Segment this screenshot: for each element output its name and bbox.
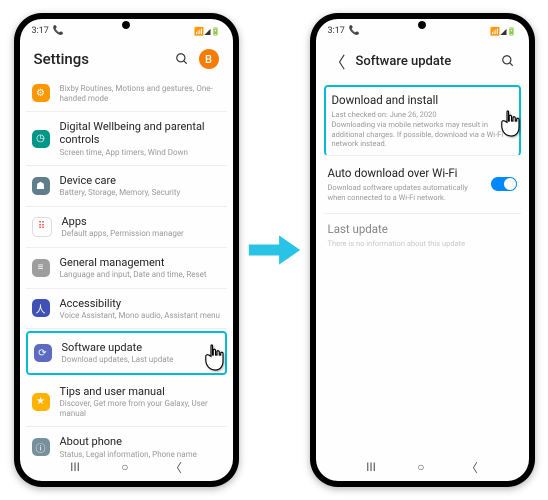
home-button[interactable]: ○ <box>417 460 424 474</box>
section-title: Auto download over Wi-Fi <box>328 166 485 180</box>
list-item-general[interactable]: ≡ General managementLanguage and input, … <box>26 248 227 289</box>
search-icon[interactable] <box>501 54 515 68</box>
item-sub: Download updates, Last update <box>62 355 219 365</box>
camera-notch <box>122 21 130 29</box>
settings-header: Settings B <box>20 41 233 75</box>
nav-bar: III ○ 〈 <box>316 457 529 477</box>
section-title: Download and install <box>332 93 513 107</box>
item-label: Apps <box>62 215 221 228</box>
section-sub: There is no information about this updat… <box>328 239 517 249</box>
apps-icon: ⠿ <box>32 217 52 237</box>
phone-left: 3:17 📞 📶◢🔋 Settings B ⚙ Bixby Routines, M… <box>14 13 239 487</box>
wifi-toggle[interactable] <box>491 177 517 191</box>
status-icons: 📶◢🔋 <box>194 27 220 36</box>
back-button[interactable]: 〈 <box>466 459 478 476</box>
screen-right: 3:17 📞 📶◢🔋 〈 Software update Download and… <box>316 19 529 481</box>
section-title: Last update <box>328 222 517 236</box>
auto-download-item[interactable]: Auto download over Wi-Fi Download softwa… <box>324 158 521 214</box>
item-label: General management <box>60 256 221 269</box>
recents-button[interactable]: III <box>366 460 376 474</box>
nav-bar: III ○ 〈 <box>20 457 233 477</box>
item-label: Accessibility <box>60 297 221 310</box>
item-label: Bixby Routines, Motions and gestures, On… <box>60 84 221 103</box>
download-install-item[interactable]: Download and install Last checked on: Ju… <box>324 85 521 156</box>
page-title: Settings <box>34 50 90 68</box>
item-sub: Voice Assistant, Mono audio, Assistant m… <box>60 311 221 321</box>
status-time: 3:17 <box>328 26 345 36</box>
recents-button[interactable]: III <box>70 460 80 474</box>
item-label: Tips and user manual <box>60 385 221 398</box>
phone-right: 3:17 📞 📶◢🔋 〈 Software update Download and… <box>310 13 535 487</box>
item-sub: Default apps, Permission manager <box>62 229 221 239</box>
list-item-tips[interactable]: ★ Tips and user manualDiscover, Get more… <box>26 377 227 427</box>
wellbeing-icon: ◷ <box>32 130 50 148</box>
list-item-accessibility[interactable]: 人 AccessibilityVoice Assistant, Mono aud… <box>26 289 227 330</box>
list-item-wellbeing[interactable]: ◷ Digital Wellbeing and parental control… <box>26 112 227 166</box>
section-sub: Download software updates automatically … <box>328 183 485 203</box>
page-title: Software update <box>356 54 452 69</box>
item-label: About phone <box>60 435 221 448</box>
update-content: Download and install Last checked on: Ju… <box>316 79 529 262</box>
back-button[interactable]: 〈 <box>170 459 182 476</box>
item-sub: Discover, Get more from your Galaxy, Use… <box>60 399 221 418</box>
list-item-devicecare[interactable]: ☗ Device careBattery, Storage, Memory, S… <box>26 166 227 207</box>
list-item-software-update[interactable]: ⟳ Software updateDownload updates, Last … <box>26 331 227 375</box>
avatar[interactable]: B <box>199 49 219 69</box>
update-icon: ⟳ <box>34 344 52 362</box>
pointer-hand-icon <box>497 109 523 139</box>
item-label: Software update <box>62 341 219 354</box>
tips-icon: ★ <box>32 393 50 411</box>
arrow-icon <box>247 230 302 270</box>
home-button[interactable]: ○ <box>121 460 128 474</box>
section-sub: Last checked on: June 26, 2020 Downloadi… <box>332 110 513 149</box>
accessibility-icon: 人 <box>32 299 50 317</box>
list-item-apps[interactable]: ⠿ AppsDefault apps, Permission manager <box>26 207 227 248</box>
back-icon[interactable]: 〈 <box>330 49 346 73</box>
item-label: Digital Wellbeing and parental controls <box>60 120 221 146</box>
advanced-icon: ⚙ <box>32 84 50 102</box>
call-icon: 📞 <box>349 26 360 36</box>
status-icons: 📶◢🔋 <box>490 27 516 36</box>
last-update-item[interactable]: Last update There is no information abou… <box>324 214 521 259</box>
list-item-bixby[interactable]: ⚙ Bixby Routines, Motions and gestures, … <box>26 75 227 112</box>
update-header: 〈 Software update <box>316 41 529 79</box>
general-icon: ≡ <box>32 259 50 277</box>
item-label: Device care <box>60 174 221 187</box>
item-sub: Language and input, Date and time, Reset <box>60 270 221 280</box>
about-icon: ⓘ <box>32 438 50 456</box>
item-sub: Battery, Storage, Memory, Security <box>60 188 221 198</box>
camera-notch <box>418 21 426 29</box>
call-icon: 📞 <box>53 26 64 36</box>
item-sub: Screen time, App timers, Wind Down <box>60 148 221 158</box>
status-time: 3:17 <box>32 26 49 36</box>
pointer-hand-icon <box>201 343 227 373</box>
search-icon[interactable] <box>175 52 189 66</box>
settings-list: ⚙ Bixby Routines, Motions and gestures, … <box>20 75 233 465</box>
devicecare-icon: ☗ <box>32 177 50 195</box>
screen-left: 3:17 📞 📶◢🔋 Settings B ⚙ Bixby Routines, M… <box>20 19 233 481</box>
